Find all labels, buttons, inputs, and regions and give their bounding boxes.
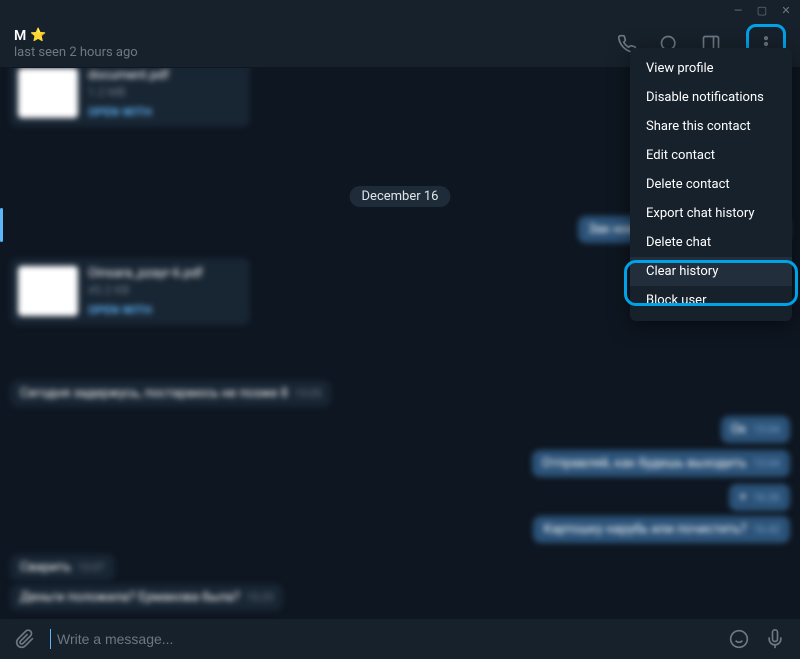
menu-block-user[interactable]: Block user (630, 286, 792, 315)
microphone-icon (765, 629, 785, 649)
message-text: Сегодня задержусь, постараюсь не позже 8 (20, 386, 288, 401)
message-out[interactable]: Отправляй, как будешь выходить 15:04 (532, 450, 790, 477)
minimize-button[interactable]: — (732, 4, 744, 16)
file-thumbnail (18, 68, 78, 118)
menu-disable-notifications[interactable]: Disable notifications (630, 83, 792, 112)
message-text: + (739, 490, 746, 505)
star-icon: ⭐ (30, 28, 46, 43)
menu-delete-chat[interactable]: Delete chat (630, 228, 792, 257)
scroll-indicator (0, 208, 3, 242)
voice-button[interactable] (764, 628, 786, 650)
menu-edit-contact[interactable]: Edit contact (630, 141, 792, 170)
window-titlebar: — ▢ ✕ (0, 0, 800, 20)
menu-view-profile[interactable]: View profile (630, 54, 792, 83)
header-info[interactable]: M ⭐ last seen 2 hours ago (14, 28, 616, 60)
message-time: 15:05 (294, 387, 321, 400)
file-name: document.pdf (88, 68, 242, 83)
maximize-button[interactable]: ▢ (756, 4, 768, 16)
file-size: 45.2 KB (88, 283, 242, 297)
message-out[interactable]: Картошку нарубь или почистить? 16:42 (533, 516, 790, 543)
message-file-in[interactable]: document.pdf 1.2 MB OPEN WITH (10, 68, 250, 127)
message-text: Ок (731, 422, 747, 437)
date-divider: December 16 (350, 186, 451, 207)
emoji-button[interactable] (728, 628, 750, 650)
contact-name: M ⭐ (14, 28, 616, 44)
close-button[interactable]: ✕ (780, 4, 792, 16)
file-open-action[interactable]: OPEN WITH (88, 105, 242, 119)
contact-name-text: M (14, 28, 26, 44)
message-time: 16:42 (753, 523, 780, 536)
paperclip-icon (15, 629, 35, 649)
context-menu: View profile Disable notifications Share… (630, 48, 792, 321)
menu-clear-history[interactable]: Clear history (630, 257, 792, 286)
message-composer (0, 618, 800, 659)
message-in[interactable]: Сварить 15:07 (10, 554, 115, 581)
smile-icon (729, 629, 749, 649)
message-input[interactable] (50, 629, 714, 649)
message-out[interactable]: +16:26 (729, 484, 790, 511)
menu-share-contact[interactable]: Share this contact (630, 112, 792, 141)
file-size: 1.2 MB (88, 85, 242, 99)
message-file-in[interactable]: Oinsara_pzayr-6.pdf 45.2 KB OPEN WITH (10, 258, 250, 325)
contact-status: last seen 2 hours ago (14, 45, 616, 60)
message-time: 16:26 (753, 491, 780, 504)
message-text: Деньги положила? Ермакова была? (20, 590, 240, 605)
file-thumbnail (18, 266, 78, 316)
message-time: 15:04 (753, 423, 780, 436)
message-text: Отправляй, как будешь выходить (542, 456, 747, 471)
menu-delete-contact[interactable]: Delete contact (630, 170, 792, 199)
message-time: 15:25 (246, 591, 273, 604)
message-in[interactable]: Сегодня задержусь, постараюсь не позже 8… (10, 380, 331, 407)
attach-button[interactable] (14, 628, 36, 650)
file-open-action[interactable]: OPEN WITH (88, 303, 242, 317)
message-time: 15:07 (77, 561, 104, 574)
file-name: Oinsara_pzayr-6.pdf (88, 266, 242, 281)
message-in[interactable]: Деньги положила? Ермакова была? 15:25 (10, 584, 283, 611)
message-out[interactable]: Ок 15:04 (721, 416, 790, 443)
message-text: Картошку нарубь или почистить? (543, 522, 746, 537)
message-text: Сварить (20, 560, 71, 575)
message-time: 15:04 (753, 457, 780, 470)
menu-export-history[interactable]: Export chat history (630, 199, 792, 228)
